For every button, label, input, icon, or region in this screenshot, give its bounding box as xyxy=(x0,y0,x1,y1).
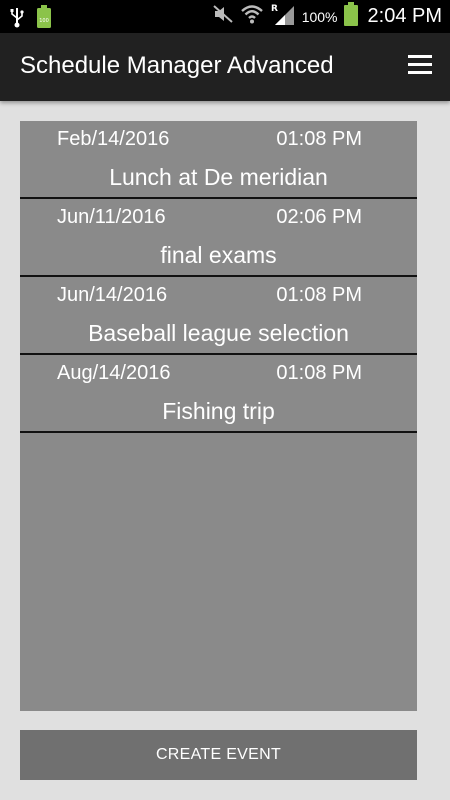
app-bar: Schedule Manager Advanced xyxy=(0,33,450,101)
svg-text:100: 100 xyxy=(39,18,49,24)
battery-icon xyxy=(343,2,358,31)
event-title: Fishing trip xyxy=(162,398,275,424)
event-date: Aug/14/2016 xyxy=(57,362,171,384)
create-event-button[interactable]: CREATE EVENT xyxy=(20,730,417,780)
event-list: Feb/14/2016 01:08 PM Lunch at De meridia… xyxy=(20,121,417,711)
event-time: 01:08 PM xyxy=(276,284,362,306)
menu-line xyxy=(408,71,432,74)
event-title: Baseball league selection xyxy=(88,320,349,346)
signal-icon: R xyxy=(270,2,296,31)
app-title: Schedule Manager Advanced xyxy=(20,52,334,79)
status-bar-right: R 100% 2:04 PM xyxy=(212,0,442,33)
status-bar-left: 100 xyxy=(10,5,52,34)
event-date: Jun/14/2016 xyxy=(57,284,168,306)
menu-line xyxy=(408,55,432,58)
event-title: Lunch at De meridian xyxy=(109,164,328,190)
status-bar: 100 R 100% 2:04 PM xyxy=(0,0,450,33)
event-title: final exams xyxy=(160,242,277,268)
wifi-icon xyxy=(240,3,264,30)
event-list-item[interactable]: Aug/14/2016 01:08 PM Fishing trip xyxy=(20,355,417,433)
event-list-item[interactable]: Jun/11/2016 02:06 PM final exams xyxy=(20,199,417,277)
hamburger-menu-icon[interactable] xyxy=(408,55,432,75)
event-date: Jun/11/2016 xyxy=(57,206,166,228)
event-time: 02:06 PM xyxy=(276,206,362,228)
battery-notification-icon: 100 xyxy=(36,5,52,34)
event-list-item[interactable]: Jun/14/2016 01:08 PM Baseball league sel… xyxy=(20,277,417,355)
battery-percent: 100% xyxy=(301,8,338,25)
mute-icon xyxy=(212,4,234,29)
menu-line xyxy=(408,63,432,66)
status-time: 2:04 PM xyxy=(367,5,442,27)
usb-icon xyxy=(10,6,24,33)
svg-text:R: R xyxy=(271,4,278,14)
event-time: 01:08 PM xyxy=(276,128,362,150)
event-time: 01:08 PM xyxy=(276,362,362,384)
event-date: Feb/14/2016 xyxy=(57,128,170,150)
event-list-item[interactable]: Feb/14/2016 01:08 PM Lunch at De meridia… xyxy=(20,121,417,199)
